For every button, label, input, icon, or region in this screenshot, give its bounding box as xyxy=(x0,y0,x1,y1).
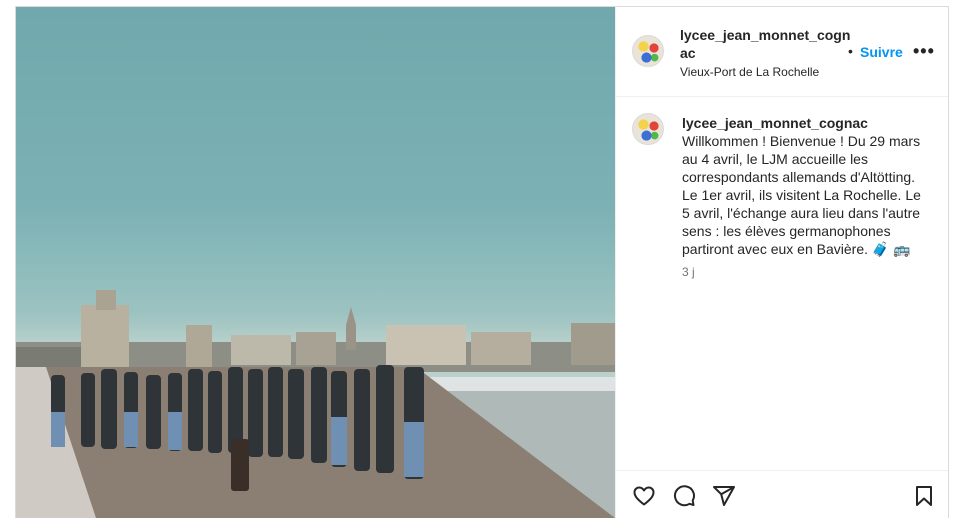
caption-username[interactable]: lycee_jean_monnet_cognac xyxy=(682,115,868,131)
header-username[interactable]: lycee_jean_monnet_cognac xyxy=(680,26,855,62)
instagram-post: lycee_jean_monnet_cognac Vieux-Port de L… xyxy=(15,6,949,518)
avatar[interactable] xyxy=(632,35,664,67)
action-bar xyxy=(616,470,948,518)
share-icon[interactable] xyxy=(712,484,736,508)
post-timestamp[interactable]: 3 j xyxy=(682,265,695,279)
post-photo[interactable] xyxy=(16,7,615,518)
location-link[interactable]: Vieux-Port de La Rochelle xyxy=(680,65,819,79)
more-options-icon[interactable]: ••• xyxy=(913,41,935,62)
caption-avatar[interactable] xyxy=(632,113,664,145)
comment-icon[interactable] xyxy=(672,484,696,508)
post-sidebar: lycee_jean_monnet_cognac Vieux-Port de L… xyxy=(615,7,948,518)
caption-text: Willkommen ! Bienvenue ! Du 29 mars au 4… xyxy=(682,133,921,257)
separator-dot: • xyxy=(848,43,853,59)
save-icon[interactable] xyxy=(912,484,936,508)
post-header: lycee_jean_monnet_cognac Vieux-Port de L… xyxy=(616,7,948,97)
harbor-photo-illustration xyxy=(16,290,615,518)
follow-button[interactable]: Suivre xyxy=(860,44,903,60)
heart-icon[interactable] xyxy=(632,484,656,508)
